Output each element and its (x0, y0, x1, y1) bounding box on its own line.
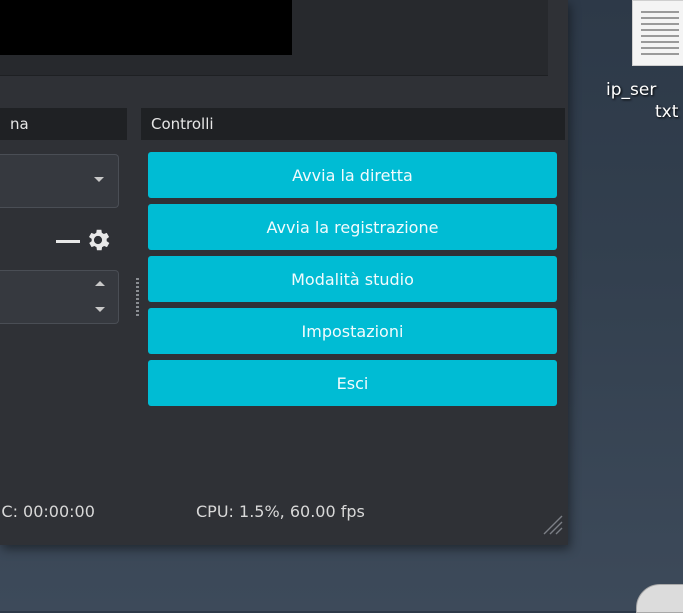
recording-time: :C: 00:00:00 (0, 502, 95, 521)
start-recording-button[interactable]: Avvia la registrazione (148, 204, 557, 250)
remove-icon[interactable] (56, 240, 80, 243)
value-spinbox[interactable] (0, 270, 119, 324)
sources-dock-title-text: na (10, 115, 29, 133)
settings-button[interactable]: Impostazioni (148, 308, 557, 354)
exit-button[interactable]: Esci (148, 360, 557, 406)
text-file-icon[interactable] (632, 0, 683, 66)
start-streaming-button[interactable]: Avvia la diretta (148, 152, 557, 198)
desktop-file-label-line2[interactable]: txt (655, 102, 678, 122)
desktop-file-label-line1[interactable]: ip_ser (606, 80, 656, 100)
chevron-up-icon[interactable] (95, 281, 105, 286)
preview-area (0, 0, 548, 76)
obs-window: na Controlli Avvia la diretta Avvia la r… (0, 0, 568, 545)
controls-dock-title-text: Controlli (151, 115, 214, 133)
preview-canvas (0, 0, 292, 55)
chevron-down-icon (94, 177, 104, 182)
gear-icon[interactable] (84, 226, 112, 254)
dock-splitter-handle[interactable] (136, 278, 139, 316)
trash-icon[interactable] (636, 584, 683, 613)
resize-grip-icon[interactable] (540, 512, 564, 536)
chevron-down-icon[interactable] (95, 307, 105, 312)
sources-dock-title: na (0, 108, 127, 140)
source-select[interactable] (0, 154, 119, 208)
cpu-fps-status: CPU: 1.5%, 60.00 fps (196, 502, 365, 521)
text-lines-icon (641, 11, 679, 55)
studio-mode-button[interactable]: Modalità studio (148, 256, 557, 302)
controls-dock-title: Controlli (141, 108, 565, 140)
